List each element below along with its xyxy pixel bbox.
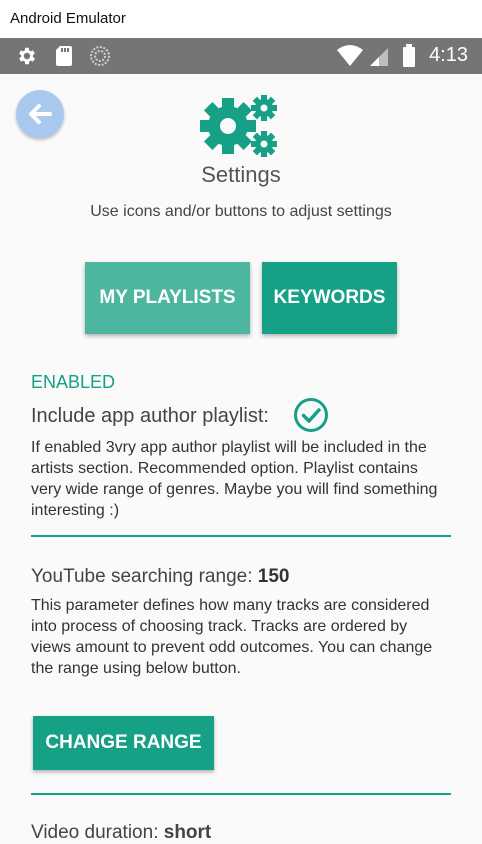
page-title: Settings [201,162,281,187]
section-divider [31,793,451,795]
video-duration-label: Video duration: [31,822,164,843]
my-playlists-button[interactable]: MY PLAYLISTS [85,262,250,334]
search-range-description: This parameter defines how many tracks a… [31,597,433,677]
search-range-value: 150 [257,566,290,587]
search-range-label: YouTube searching range: [31,566,258,587]
wifi-icon [337,45,363,66]
back-button[interactable] [16,90,64,138]
author-playlist-label: Include app author playlist: [31,405,269,427]
author-playlist-description: If enabled 3vry app author playlist will… [31,439,438,519]
check-circle-icon[interactable] [293,397,329,433]
window-titlebar: Android Emulator [0,0,482,39]
section-divider [31,535,451,537]
arrow-left-icon [29,104,52,124]
status-bar: 4:13 [0,38,482,74]
window-title: Android Emulator [10,10,126,27]
video-duration-row: Video duration: short [31,822,211,844]
settings-screen: Settings Use icons and/or buttons to adj… [0,74,482,843]
sync-icon [90,46,110,66]
keywords-button[interactable]: KEYWORDS [262,262,397,334]
author-playlist-status: ENABLED [31,372,116,392]
change-range-button[interactable]: CHANGE RANGE [33,716,214,770]
video-duration-value: short [163,822,212,843]
search-range-row: YouTube searching range: 150 [31,566,289,588]
settings-icon [19,47,35,65]
sd-card-icon [56,46,72,66]
status-time: 4:13 [429,44,468,66]
settings-gears-icon [200,95,277,157]
page-subtitle: Use icons and/or buttons to adjust setti… [90,203,392,220]
signal-icon [370,48,388,66]
battery-icon [403,44,415,67]
